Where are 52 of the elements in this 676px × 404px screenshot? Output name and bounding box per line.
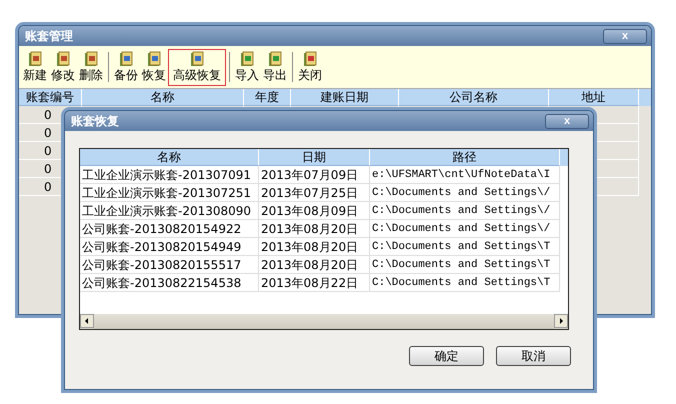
table-cell: 公司账套-20130820154949: [80, 238, 259, 256]
table-cell: C:\Documents and Settings\/: [370, 184, 560, 202]
book-icon: [27, 50, 43, 66]
table-cell: C:\Documents and Settings\/: [370, 202, 560, 220]
table-cell: 2013年07月25日: [259, 184, 370, 202]
toolbar-button[interactable]: 删除: [77, 48, 105, 86]
table-cell: e:\UFSMART\cnt\UfNoteData\I: [370, 166, 560, 184]
book-icon: [239, 50, 255, 66]
book-icon: [83, 50, 99, 66]
book-icon: [267, 50, 283, 66]
column-header[interactable]: 路径: [370, 149, 560, 166]
table-cell: 2013年08月20日: [259, 256, 370, 274]
book-icon: [302, 50, 318, 66]
toolbar-button[interactable]: 备份: [112, 48, 140, 86]
table-cell: 2013年07月09日: [259, 166, 370, 184]
toolbar-button[interactable]: 导出: [261, 48, 289, 86]
table-cell: 公司账套-20130820154922: [80, 220, 259, 238]
column-header[interactable]: 年度: [244, 89, 291, 106]
column-header[interactable]: 名称: [80, 149, 259, 166]
table-cell: 2013年08月20日: [259, 238, 370, 256]
table-cell: 公司账套-20130820155517: [80, 256, 259, 274]
table-cell: 2013年08月20日: [259, 220, 370, 238]
column-header[interactable]: 建账日期: [291, 89, 399, 106]
toolbar-button[interactable]: 高级恢复: [168, 48, 226, 86]
book-icon: [55, 50, 71, 66]
table-cell: C:\Documents and Settings\T: [370, 238, 560, 256]
toolbar-button[interactable]: 恢复: [140, 48, 168, 86]
book-icon: [118, 50, 134, 66]
dialog-button[interactable]: 取消: [496, 346, 571, 366]
toolbar-button[interactable]: 关闭: [296, 48, 324, 86]
book-icon: [189, 50, 205, 66]
table-cell: 工业企业演示账套-201308090: [80, 202, 259, 220]
toolbar-button[interactable]: 修改: [49, 48, 77, 86]
column-header[interactable]: 地址: [549, 89, 639, 106]
table-cell: C:\Documents and Settings\T: [370, 256, 560, 274]
table-cell: 工业企业演示账套-201307091: [80, 166, 259, 184]
table-cell: 2013年08月09日: [259, 202, 370, 220]
column-header[interactable]: 名称: [82, 89, 244, 106]
window-title: 账套管理: [25, 28, 73, 44]
table-cell: 公司账套-20130822154538: [80, 274, 259, 292]
horizontal-scrollbar[interactable]: [80, 313, 568, 329]
dialog-button[interactable]: 确定: [409, 346, 484, 366]
table-cell: C:\Documents and Settings\T: [370, 274, 560, 292]
table-cell: 工业企业演示账套-201307251: [80, 184, 259, 202]
table-cell: C:\Documents and Settings\/: [370, 220, 560, 238]
column-header[interactable]: 账套编号: [19, 89, 82, 106]
toolbar-button[interactable]: 新建: [21, 48, 49, 86]
column-header[interactable]: 日期: [259, 149, 370, 166]
column-header[interactable]: 公司名称: [399, 89, 549, 106]
toolbar-button[interactable]: 导入: [233, 48, 261, 86]
book-icon: [146, 50, 162, 66]
table-cell: 2013年08月22日: [259, 274, 370, 292]
